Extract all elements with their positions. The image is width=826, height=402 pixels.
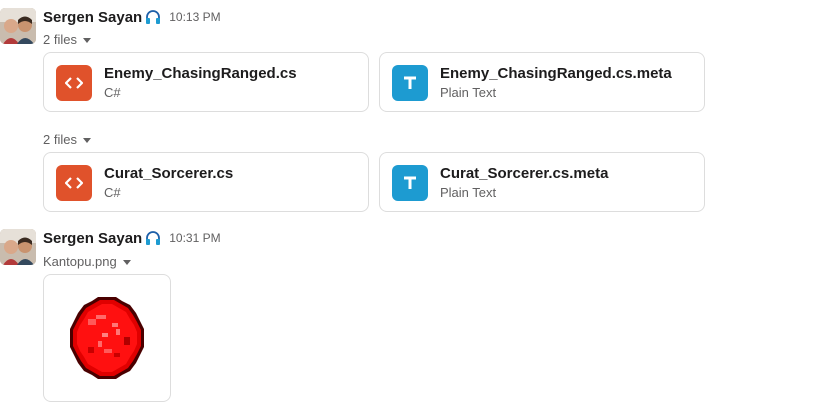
author-name[interactable]: Sergen Sayan <box>43 230 142 247</box>
file-card[interactable]: Curat_Sorcerer.cs.meta Plain Text <box>379 152 705 212</box>
timestamp[interactable]: 10:13 PM <box>169 10 220 24</box>
author-name[interactable]: Sergen Sayan <box>43 9 142 26</box>
code-icon <box>56 165 92 201</box>
caret-down-icon <box>82 137 91 143</box>
headphones-icon <box>145 230 161 246</box>
files-toggle[interactable]: 2 files <box>43 31 91 47</box>
files-toggle[interactable]: 2 files <box>43 131 91 147</box>
file-type: C# <box>104 85 121 100</box>
image-attachment[interactable] <box>43 274 171 402</box>
files-count-label: 2 files <box>43 131 77 147</box>
image-name-label: Kantopu.png <box>43 253 117 269</box>
red-orb-image <box>70 297 144 379</box>
file-name: Enemy_ChasingRanged.cs.meta <box>440 65 672 82</box>
avatar[interactable] <box>0 229 36 265</box>
caret-down-icon <box>122 259 131 265</box>
timestamp[interactable]: 10:31 PM <box>169 231 220 245</box>
avatar[interactable] <box>0 8 36 44</box>
file-card[interactable]: Enemy_ChasingRanged.cs.meta Plain Text <box>379 52 705 112</box>
file-type: Plain Text <box>440 185 497 200</box>
caret-down-icon <box>82 37 91 43</box>
text-icon <box>392 165 428 201</box>
file-name: Curat_Sorcerer.cs.meta <box>440 165 609 182</box>
file-card[interactable]: Enemy_ChasingRanged.cs C# <box>43 52 369 112</box>
file-name: Curat_Sorcerer.cs <box>104 165 234 182</box>
image-toggle[interactable]: Kantopu.png <box>43 253 131 269</box>
file-name: Enemy_ChasingRanged.cs <box>104 65 297 82</box>
headphones-icon <box>145 9 161 25</box>
files-count-label: 2 files <box>43 31 77 47</box>
code-icon <box>56 65 92 101</box>
file-type: Plain Text <box>440 85 497 100</box>
text-icon <box>392 65 428 101</box>
file-type: C# <box>104 185 121 200</box>
file-card[interactable]: Curat_Sorcerer.cs C# <box>43 152 369 212</box>
